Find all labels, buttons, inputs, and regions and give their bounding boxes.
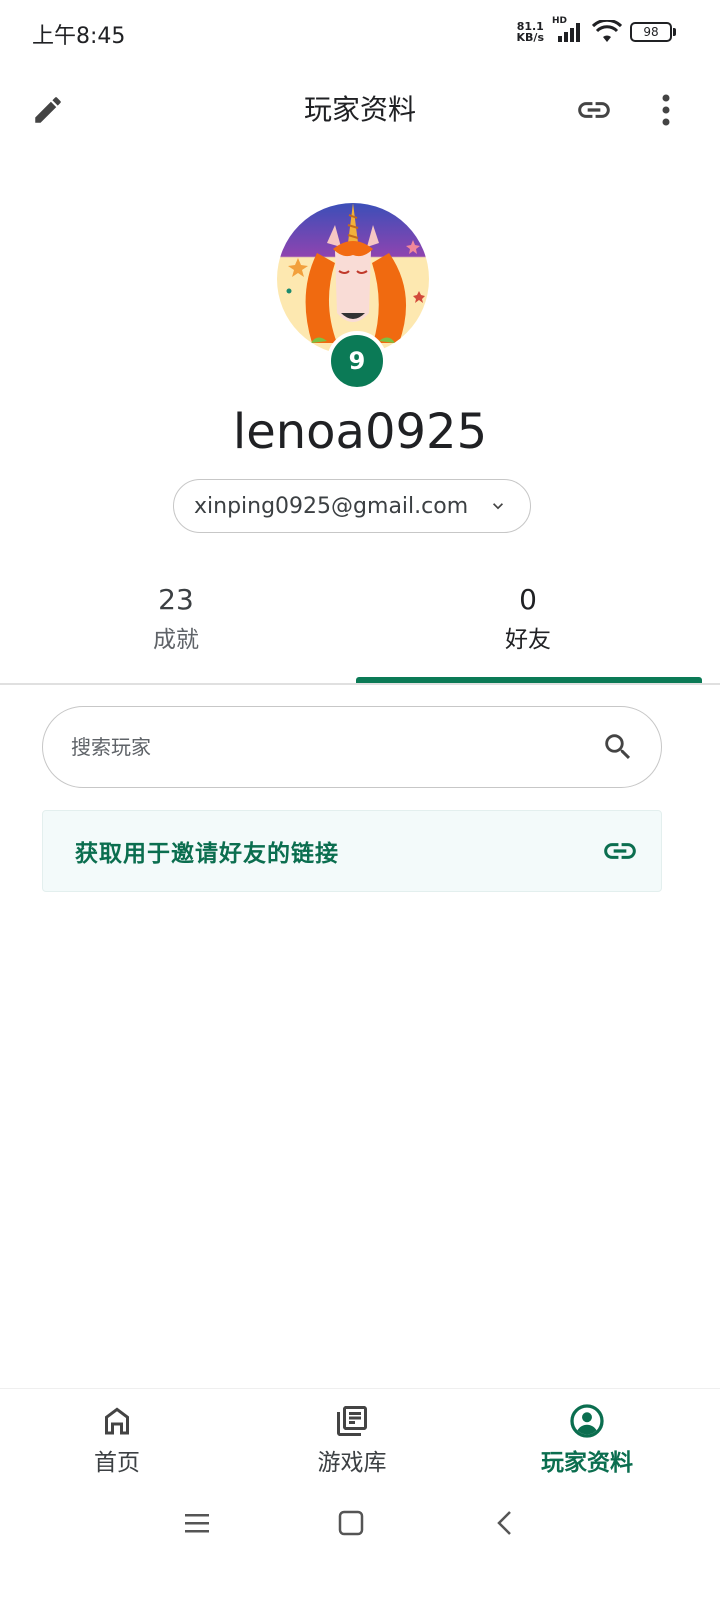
link-icon xyxy=(578,102,610,118)
link-icon xyxy=(604,843,636,859)
invite-link-button[interactable]: 获取用于邀请好友的链接 xyxy=(42,810,662,892)
level-badge: 9 xyxy=(327,331,387,391)
status-time: 上午8:45 xyxy=(32,24,126,49)
username: lenoa0925 xyxy=(232,404,488,460)
chevron-down-icon xyxy=(493,503,504,510)
battery-indicator: 98 xyxy=(630,22,676,42)
nav-label-library: 游戏库 xyxy=(317,1450,387,1476)
achievements-count: 23 xyxy=(158,583,194,616)
system-home-button[interactable] xyxy=(336,1508,366,1542)
system-menu-button[interactable] xyxy=(182,1508,212,1542)
friends-count: 0 xyxy=(519,583,537,616)
account-switcher[interactable]: xinping0925@gmail.com xyxy=(173,479,531,533)
nav-item-home[interactable]: 首页 xyxy=(27,1403,207,1477)
share-link-button[interactable] xyxy=(572,88,616,132)
tab-achievements[interactable]: 23 成就 xyxy=(0,580,352,660)
home-icon xyxy=(105,1407,129,1435)
tab-friends[interactable]: 0 好友 xyxy=(352,580,704,660)
friends-label: 好友 xyxy=(505,627,551,653)
system-back-button[interactable] xyxy=(490,1508,520,1542)
tab-divider xyxy=(0,683,720,685)
tab-indicator xyxy=(356,677,702,683)
square-icon xyxy=(338,1510,364,1536)
achievements-label: 成就 xyxy=(153,627,199,653)
nav-item-profile[interactable]: 玩家资料 xyxy=(497,1403,677,1477)
profile-icon xyxy=(570,1404,604,1438)
search-players-input[interactable] xyxy=(69,734,553,760)
nav-label-home: 首页 xyxy=(94,1450,140,1476)
library-icon xyxy=(337,1406,367,1436)
search-icon[interactable] xyxy=(601,730,635,764)
nav-label-profile: 玩家资料 xyxy=(541,1450,633,1476)
invite-link-label: 获取用于邀请好友的链接 xyxy=(75,841,339,867)
net-speed: 81.1 KB/s xyxy=(516,20,544,44)
wifi-icon xyxy=(592,20,622,42)
nav-item-library[interactable]: 游戏库 xyxy=(262,1403,442,1477)
more-vert-icon xyxy=(662,94,670,126)
more-options-button[interactable] xyxy=(648,88,684,132)
status-icons: 81.1 KB/s HD 98 xyxy=(516,16,676,44)
back-chevron-icon xyxy=(497,1511,511,1535)
signal-icon: HD xyxy=(552,16,584,44)
account-email: xinping0925@gmail.com xyxy=(194,493,469,519)
menu-icon xyxy=(185,1514,209,1533)
search-players-box[interactable] xyxy=(42,706,662,788)
